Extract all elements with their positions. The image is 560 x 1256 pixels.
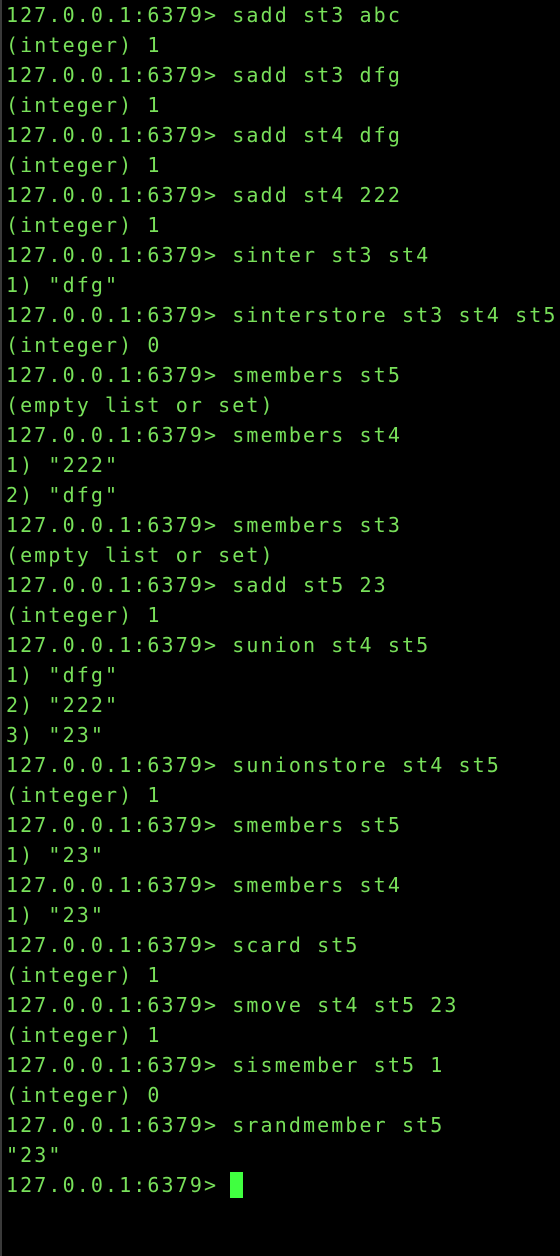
command-line: 127.0.0.1:6379> sinter st3 st4 bbox=[6, 240, 560, 270]
prompt: 127.0.0.1:6379> bbox=[6, 633, 219, 657]
prompt: 127.0.0.1:6379> bbox=[6, 1113, 219, 1137]
prompt: 127.0.0.1:6379> bbox=[6, 123, 219, 147]
output-line: (integer) 0 bbox=[6, 1083, 162, 1107]
command-line: 127.0.0.1:6379> sadd st3 abc bbox=[6, 0, 560, 30]
command-text: sismember st5 1 bbox=[218, 1053, 445, 1077]
text-cursor bbox=[230, 1171, 244, 1198]
prompt: 127.0.0.1:6379> bbox=[6, 813, 219, 837]
command-line: 127.0.0.1:6379> scard st5 bbox=[6, 930, 560, 960]
command-line: 127.0.0.1:6379> smembers st4 bbox=[6, 870, 560, 900]
output-line: 2) "dfg" bbox=[6, 483, 120, 507]
command-text: sadd st3 abc bbox=[218, 3, 402, 27]
command-line: 127.0.0.1:6379> sadd st4 dfg bbox=[6, 120, 560, 150]
command-text: smembers st4 bbox=[218, 873, 402, 897]
output-line: (integer) 1 bbox=[6, 153, 162, 177]
command-text: srandmember st5 bbox=[218, 1113, 445, 1137]
command-text: smembers st3 bbox=[218, 513, 402, 537]
command-text: sunion st4 st5 bbox=[218, 633, 431, 657]
command-line: 127.0.0.1:6379> sunion st4 st5 bbox=[6, 630, 560, 660]
prompt: 127.0.0.1:6379> bbox=[6, 1173, 219, 1197]
command-line: 127.0.0.1:6379> smove st4 st5 23 bbox=[6, 990, 560, 1020]
command-text: smembers st4 bbox=[218, 423, 402, 447]
command-line: 127.0.0.1:6379> smembers st5 bbox=[6, 810, 560, 840]
output-line: 1) "23" bbox=[6, 843, 105, 867]
command-line: 127.0.0.1:6379> sadd st4 222 bbox=[6, 180, 560, 210]
prompt: 127.0.0.1:6379> bbox=[6, 873, 219, 897]
output-line: (integer) 1 bbox=[6, 963, 162, 987]
prompt: 127.0.0.1:6379> bbox=[6, 63, 219, 87]
prompt: 127.0.0.1:6379> bbox=[6, 183, 219, 207]
prompt: 127.0.0.1:6379> bbox=[6, 933, 219, 957]
command-line: 127.0.0.1:6379> sadd st3 dfg bbox=[6, 60, 560, 90]
prompt: 127.0.0.1:6379> bbox=[6, 993, 219, 1017]
prompt: 127.0.0.1:6379> bbox=[6, 573, 219, 597]
output-line: 3) "23" bbox=[6, 723, 105, 747]
prompt: 127.0.0.1:6379> bbox=[6, 513, 219, 537]
output-line: (integer) 0 bbox=[6, 333, 162, 357]
prompt: 127.0.0.1:6379> bbox=[6, 303, 219, 327]
command-text: sinterstore st3 st4 st5 bbox=[218, 303, 558, 327]
output-line: 1) "222" bbox=[6, 453, 120, 477]
output-line: 1) "23" bbox=[6, 903, 105, 927]
command-line: 127.0.0.1:6379> smembers st5 bbox=[6, 360, 560, 390]
prompt: 127.0.0.1:6379> bbox=[6, 243, 219, 267]
command-text: sunionstore st4 st5 bbox=[218, 753, 501, 777]
output-line: 1) "dfg" bbox=[6, 273, 120, 297]
output-line: (integer) 1 bbox=[6, 1023, 162, 1047]
command-text: sinter st3 st4 bbox=[218, 243, 431, 267]
terminal-output: 127.0.0.1:6379> sadd st3 abc (integer) 1 1… bbox=[6, 0, 560, 1200]
output-line: (integer) 1 bbox=[6, 33, 162, 57]
command-text: smembers st5 bbox=[218, 363, 402, 387]
output-line: 2) "222" bbox=[6, 693, 120, 717]
output-line: (integer) 1 bbox=[6, 783, 162, 807]
command-text: sadd st4 dfg bbox=[218, 123, 402, 147]
prompt: 127.0.0.1:6379> bbox=[6, 753, 219, 777]
output-line: (empty list or set) bbox=[6, 543, 275, 567]
command-line: 127.0.0.1:6379> sunionstore st4 st5 bbox=[6, 750, 560, 780]
prompt: 127.0.0.1:6379> bbox=[6, 363, 219, 387]
command-text: smove st4 st5 23 bbox=[218, 993, 459, 1017]
output-line: (integer) 1 bbox=[6, 213, 162, 237]
command-line: 127.0.0.1:6379> smembers st3 bbox=[6, 510, 560, 540]
command-line: 127.0.0.1:6379> sinterstore st3 st4 st5 bbox=[6, 300, 560, 330]
output-line: (empty list or set) bbox=[6, 393, 275, 417]
command-text: scard st5 bbox=[218, 933, 360, 957]
command-line: 127.0.0.1:6379> sadd st5 23 bbox=[6, 570, 560, 600]
command-text: sadd st3 dfg bbox=[218, 63, 402, 87]
output-line: (integer) 1 bbox=[6, 603, 162, 627]
output-line: 1) "dfg" bbox=[6, 663, 120, 687]
command-line: 127.0.0.1:6379> smembers st4 bbox=[6, 420, 560, 450]
command-text: sadd st4 222 bbox=[218, 183, 402, 207]
prompt: 127.0.0.1:6379> bbox=[6, 1053, 219, 1077]
command-line: 127.0.0.1:6379> srandmember st5 bbox=[6, 1110, 560, 1140]
command-text: smembers st5 bbox=[218, 813, 402, 837]
redis-cli-terminal[interactable]: 127.0.0.1:6379> sadd st3 abc (integer) 1 1… bbox=[0, 0, 560, 1256]
prompt: 127.0.0.1:6379> bbox=[6, 3, 219, 27]
output-line: (integer) 1 bbox=[6, 93, 162, 117]
command-text: sadd st5 23 bbox=[218, 573, 388, 597]
command-line: 127.0.0.1:6379> sismember st5 1 bbox=[6, 1050, 560, 1080]
output-line: "23" bbox=[6, 1143, 63, 1167]
prompt: 127.0.0.1:6379> bbox=[6, 423, 219, 447]
active-prompt-line[interactable]: 127.0.0.1:6379> bbox=[6, 1170, 560, 1200]
